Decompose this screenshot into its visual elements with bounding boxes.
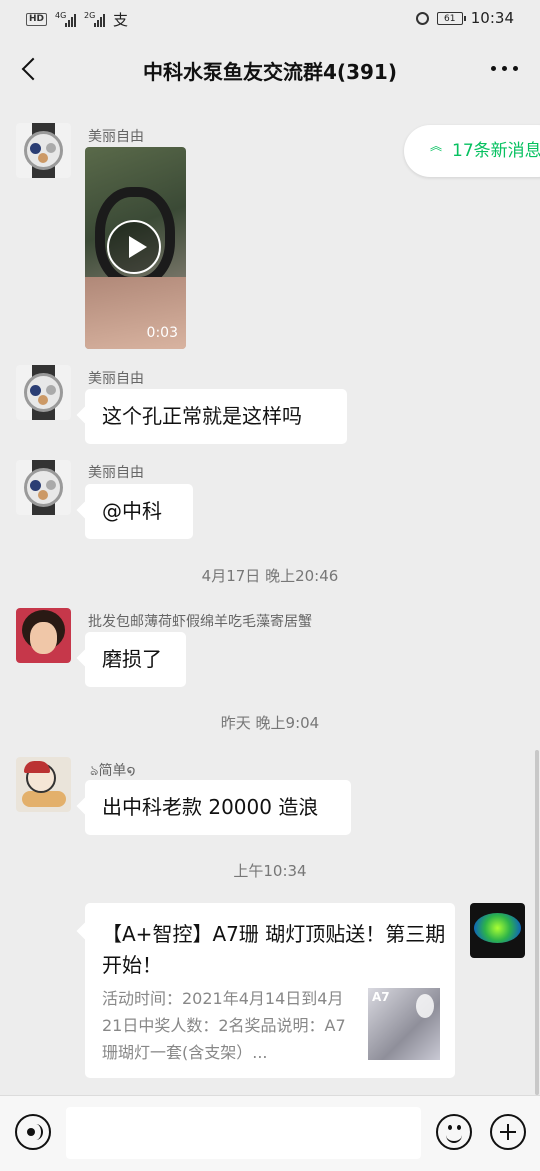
emoji-icon[interactable]: [436, 1114, 472, 1150]
alarm-icon: [415, 11, 429, 25]
battery-icon: 61: [436, 11, 466, 25]
more-options-icon[interactable]: [491, 66, 518, 71]
card-thumbnail: A7: [368, 988, 440, 1060]
avatar[interactable]: [16, 757, 71, 812]
clock: 10:34: [470, 9, 514, 27]
message-input[interactable]: [66, 1107, 421, 1159]
new-messages-button[interactable]: ︽ 17条新消息: [404, 125, 540, 177]
timestamp: 上午10:34: [233, 862, 307, 880]
sender-name: 美丽自由: [88, 465, 144, 481]
back-icon[interactable]: [16, 54, 46, 84]
alipay-icon: 支: [113, 11, 129, 29]
voice-icon[interactable]: [15, 1114, 51, 1150]
card-description: 活动时间：2021年4月14日到4月21日中奖人数：2名奖品说明：A7珊瑚灯一套…: [102, 989, 346, 1062]
status-bar: HD 4G 2G 支 61 10:34: [0, 0, 540, 38]
avatar[interactable]: [470, 903, 525, 958]
scrollbar[interactable]: [535, 750, 539, 1095]
message-bubble[interactable]: 出中科老款 20000 造浪: [85, 780, 351, 835]
plus-icon[interactable]: [490, 1114, 526, 1150]
card-title: 【A+智控】A7珊 瑚灯顶贴送！第三期开始！: [102, 922, 446, 977]
sender-name: 批发包邮薄荷虾假绵羊吃毛藻寄居蟹: [88, 614, 312, 630]
avatar[interactable]: [16, 460, 71, 515]
chat-title: 中科水泵鱼友交流群4(391): [143, 60, 397, 84]
message-bubble[interactable]: @中科: [85, 484, 193, 539]
video-message[interactable]: 0:03: [85, 147, 186, 349]
ornament-icon: ໑: [126, 763, 136, 779]
signal-2g-icon: 2G: [84, 11, 106, 27]
avatar[interactable]: [16, 123, 71, 178]
link-card-message[interactable]: 【A+智控】A7珊 瑚灯顶贴送！第三期开始！ 活动时间：2021年4月14日到4…: [85, 903, 455, 1078]
timestamp: 昨天 晚上9:04: [220, 714, 320, 732]
avatar[interactable]: [16, 365, 71, 420]
timestamp: 4月17日 晚上20:46: [201, 567, 339, 585]
message-bubble[interactable]: 磨损了: [85, 632, 186, 687]
sender-name: 美丽自由: [88, 371, 144, 387]
message-bubble[interactable]: 这个孔正常就是这样吗: [85, 389, 347, 444]
signal-4g-icon: 4G: [55, 11, 77, 27]
sender-name: 美丽自由: [88, 129, 144, 145]
input-bar: [0, 1095, 540, 1171]
new-messages-label: 17条新消息: [452, 141, 540, 161]
hd-indicator: HD: [26, 13, 48, 26]
video-duration: 0:03: [146, 325, 178, 341]
double-chevron-up-icon: ︽: [430, 139, 442, 153]
play-icon[interactable]: [107, 220, 161, 274]
avatar[interactable]: [16, 608, 71, 663]
chat-header: 中科水泵鱼友交流群4(391): [0, 38, 540, 102]
